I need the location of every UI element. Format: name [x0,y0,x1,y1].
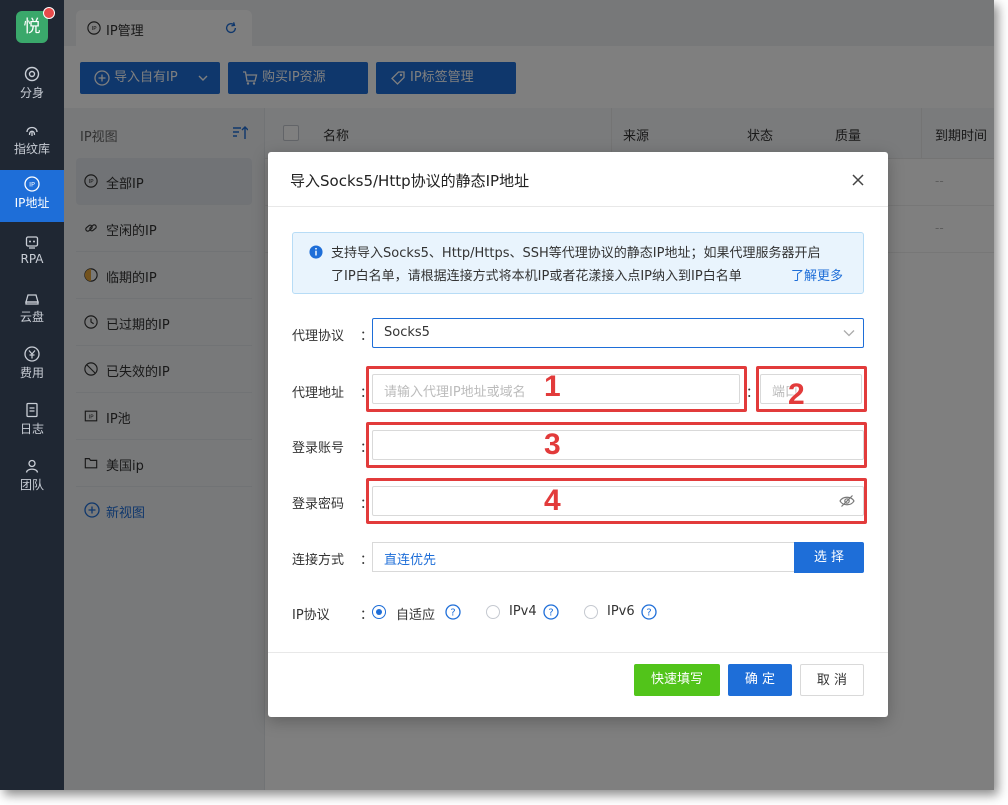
label-colon: ： [360,608,374,623]
sidebar-item-cloud[interactable]: 云盘 [0,284,64,332]
cancel-button[interactable]: 取 消 [800,664,864,696]
chevron-down-icon [843,330,855,337]
main-sidebar: 悦 分身 指纹库 IP IP地址 RPA 云盘 费用 日志 团队 [0,0,64,790]
chrome-icon [24,66,40,82]
ip-protocol-label: IP协议 [292,608,330,623]
help-icon[interactable]: ? [445,604,461,620]
quick-fill-button[interactable]: 快速填写 [634,664,720,696]
log-icon [26,402,38,418]
protocol-value: Socks5 [384,325,430,340]
connection-mode-field[interactable]: 直连优先 [372,542,795,572]
ip-icon: IP [24,176,40,192]
yen-icon [24,346,40,362]
svg-text:?: ? [646,608,651,619]
sidebar-item-label: 云盘 [19,310,44,324]
sidebar-item-team[interactable]: 团队 [0,452,64,500]
sidebar-item-label: IP地址 [14,196,50,210]
dialog-footer-divider [268,652,888,653]
sidebar-item-fingerprint[interactable]: 指纹库 [0,116,64,164]
radio-ipv4[interactable] [486,605,500,619]
sidebar-item-label: RPA [20,252,44,266]
import-ip-dialog: 导入Socks5/Http协议的静态IP地址 支持导入Socks5、Http/H… [268,152,888,717]
annotation-box-2 [756,366,867,412]
logo-text: 悦 [23,17,41,37]
sidebar-item-profiles[interactable]: 分身 [0,60,64,108]
dialog-divider [268,206,888,207]
radio-adaptive[interactable] [372,605,386,619]
app-window: 悦 分身 指纹库 IP IP地址 RPA 云盘 费用 日志 团队 导入Socks… [0,0,994,790]
select-connection-button[interactable]: 选 择 [794,542,864,573]
app-logo[interactable]: 悦 [16,7,55,43]
help-icon[interactable]: ? [543,604,559,620]
annotation-box-3 [366,422,867,468]
notice-text-line1: 支持导入Socks5、Http/Https、SSH等代理协议的静态IP地址；如果… [331,246,821,261]
fingerprint-icon [26,126,38,136]
radio-ipv4-label[interactable]: IPv4 [509,604,537,619]
annotation-box-4 [366,478,867,524]
learn-more-link[interactable]: 了解更多 [791,265,843,284]
radio-ipv6[interactable] [584,605,598,619]
address-label: 代理地址 [292,386,345,401]
robot-icon [25,236,39,249]
radio-adaptive-label[interactable]: 自适应 [396,604,435,623]
sidebar-item-rpa[interactable]: RPA [0,228,64,276]
close-icon[interactable] [850,172,866,188]
sidebar-item-logs[interactable]: 日志 [0,396,64,444]
annotation-number-1: 1 [544,370,561,403]
info-notice: 支持导入Socks5、Http/Https、SSH等代理协议的静态IP地址；如果… [292,232,864,294]
notification-dot [43,7,55,19]
notice-text-line2: 了IP白名单，请根据连接方式将本机IP或者花漾接入点IP纳入到IP白名单 [331,269,742,284]
connection-label: 连接方式 [292,553,345,568]
svg-text:IP: IP [29,181,35,189]
annotation-number-3: 3 [544,428,561,461]
account-label: 登录账号 [292,441,345,456]
sidebar-item-label: 指纹库 [13,142,50,156]
svg-text:?: ? [450,608,455,619]
dialog-title: 导入Socks5/Http协议的静态IP地址 [290,172,530,190]
sidebar-item-label: 日志 [19,422,44,436]
annotation-number-2: 2 [788,378,805,411]
svg-text:?: ? [548,608,553,619]
annotation-number-4: 4 [544,484,561,517]
connection-mode-value: 直连优先 [384,553,437,568]
confirm-button[interactable]: 确 定 [728,664,792,696]
protocol-label: 代理协议 [292,329,345,344]
radio-ipv6-label[interactable]: IPv6 [607,604,635,619]
protocol-select[interactable]: Socks5 [372,318,864,348]
info-icon [309,245,323,259]
sidebar-item-label: 团队 [19,478,44,492]
sidebar-item-billing[interactable]: 费用 [0,340,64,388]
sidebar-item-label: 分身 [19,86,44,100]
team-icon [25,459,39,473]
cloud-drive-icon [25,294,39,305]
help-icon[interactable]: ? [641,604,657,620]
sidebar-item-ip[interactable]: IP IP地址 [0,170,64,222]
sidebar-item-label: 费用 [19,366,44,380]
password-label: 登录密码 [292,497,345,512]
